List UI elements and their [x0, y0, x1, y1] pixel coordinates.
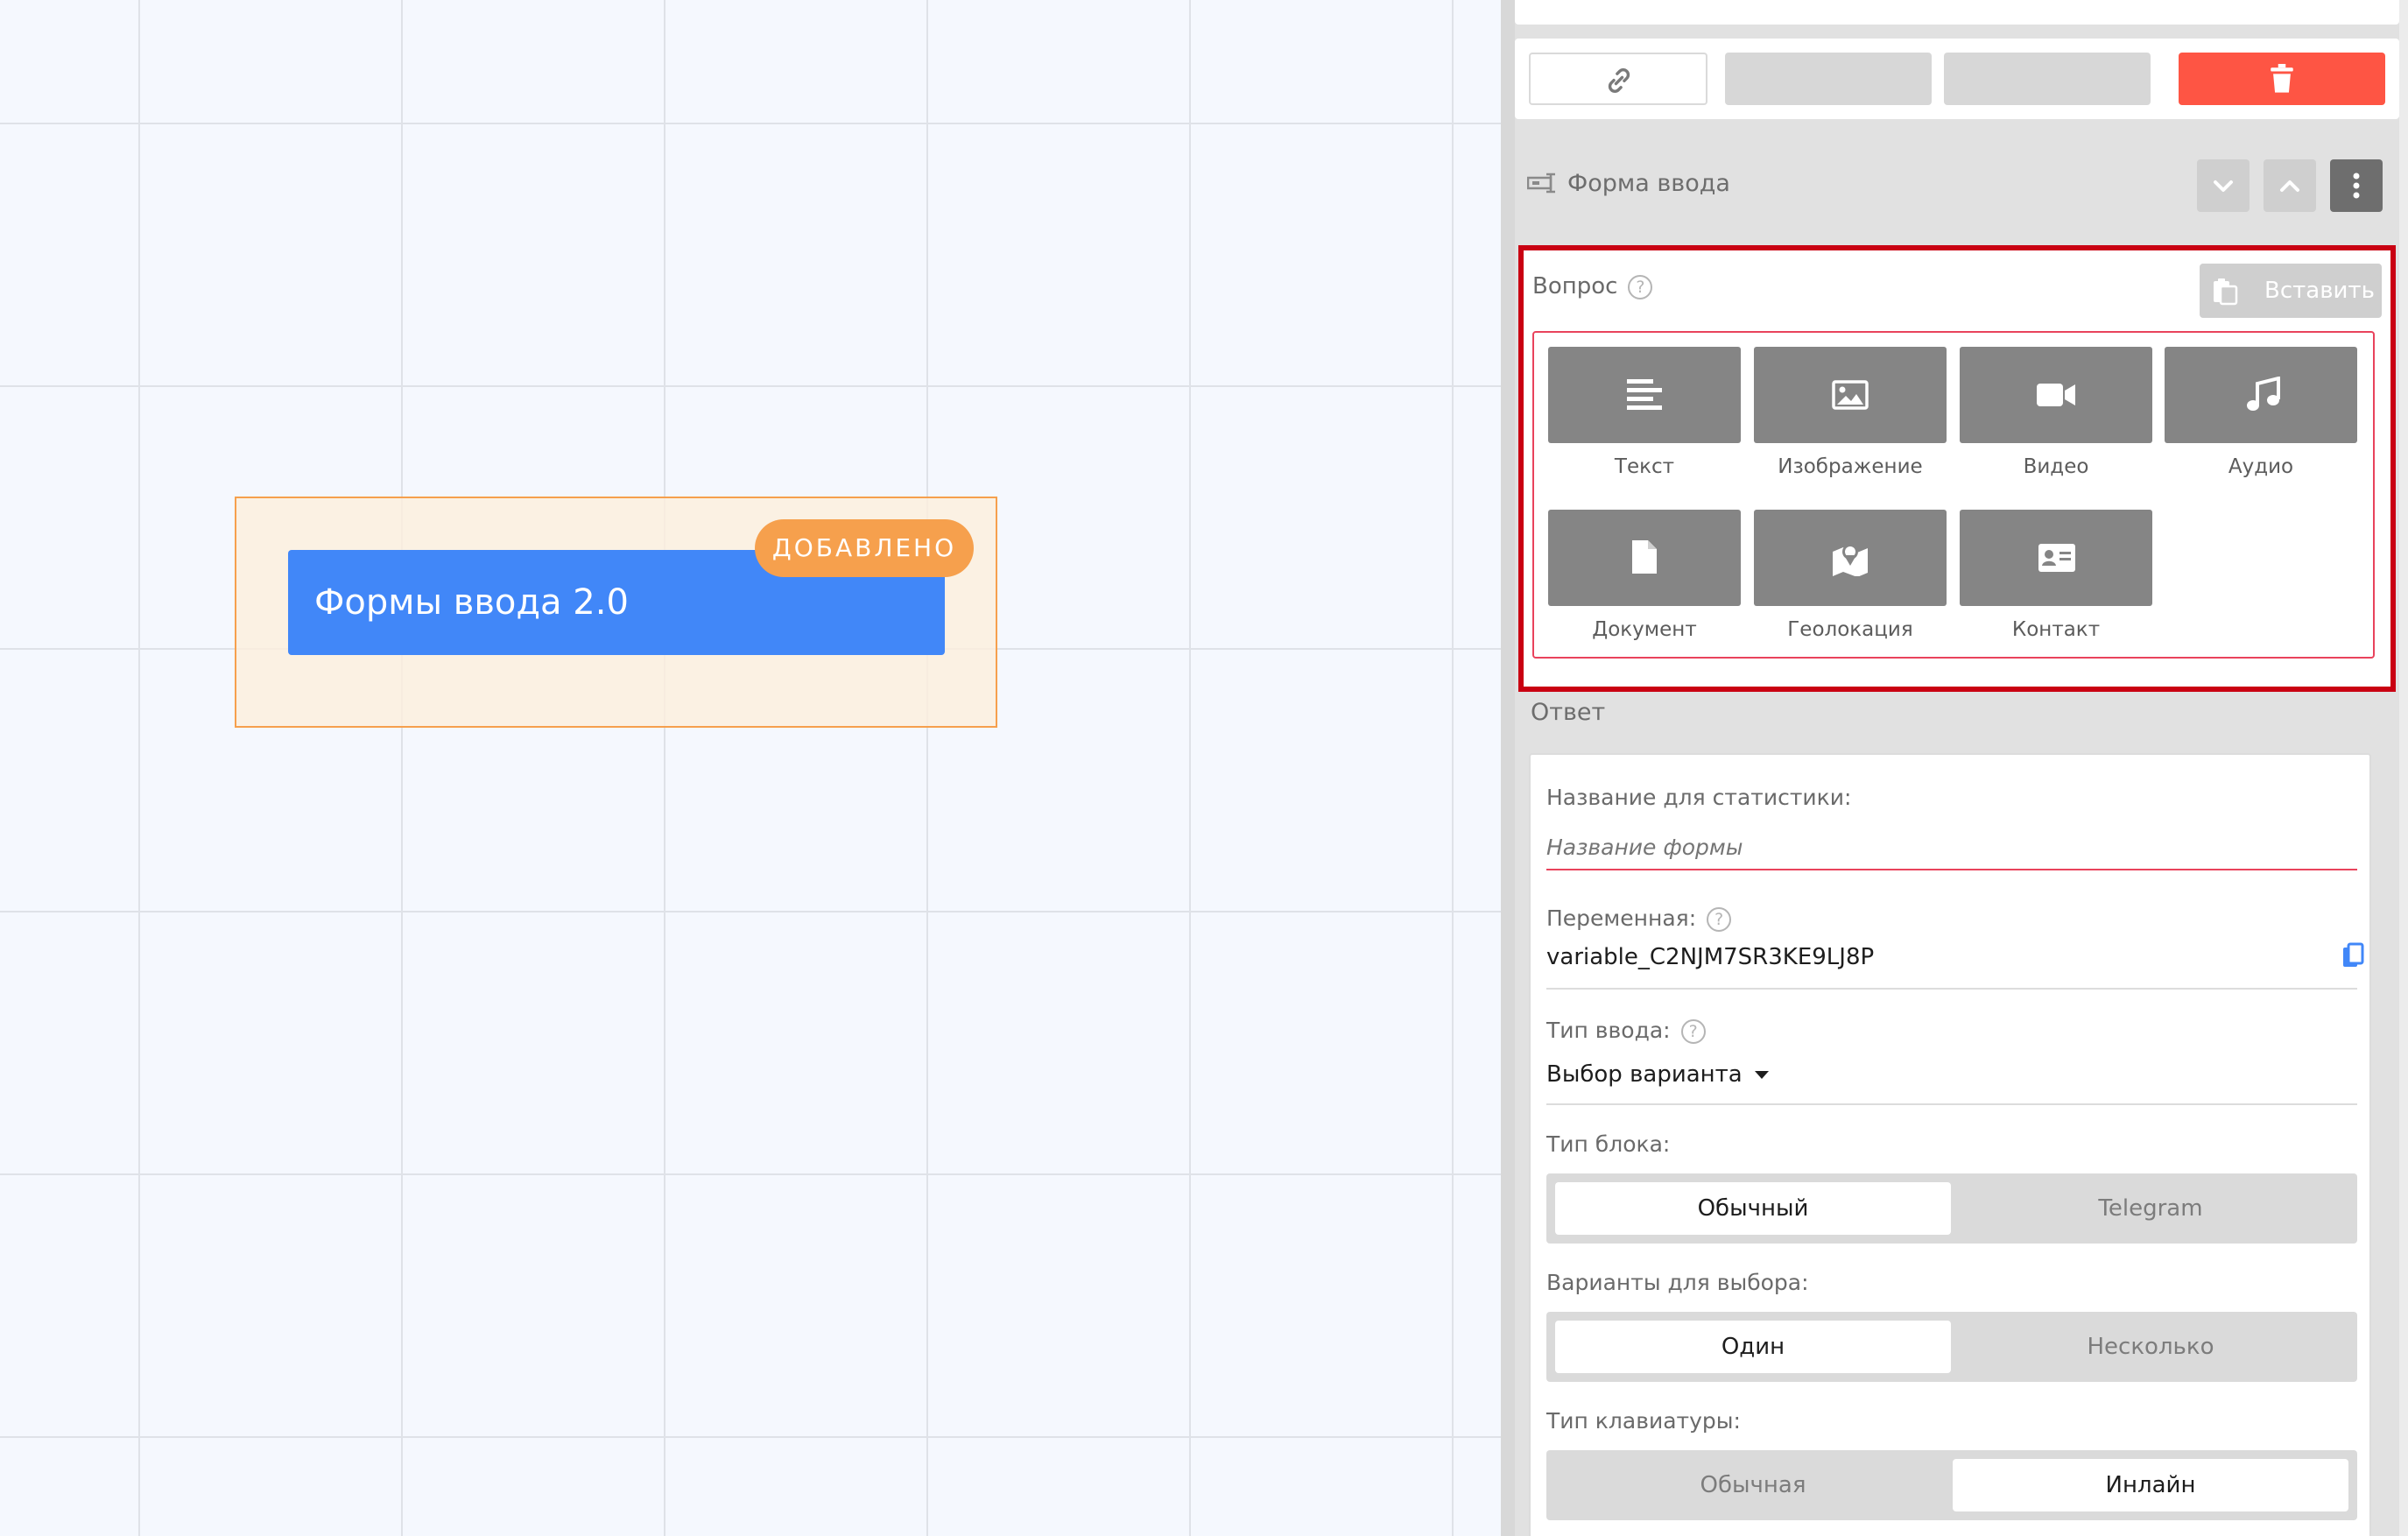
- media-tile-audio[interactable]: [2165, 347, 2357, 443]
- move-down-button[interactable]: [2197, 159, 2250, 212]
- paste-label: Вставить: [2264, 278, 2375, 304]
- action-button-2[interactable]: [1725, 53, 1932, 105]
- media-image-item[interactable]: Изображение: [1754, 347, 1947, 478]
- contact-card-icon: [2038, 544, 2075, 572]
- panel-scrollbar[interactable]: [2399, 0, 2408, 1536]
- media-tile-video[interactable]: [1960, 347, 2152, 443]
- input-type-label-row: Тип ввода:?: [1546, 1018, 1706, 1044]
- block-type-label: Тип блока:: [1546, 1131, 1671, 1157]
- media-text-item[interactable]: Текст: [1548, 347, 1741, 478]
- media-document-item[interactable]: Документ: [1548, 510, 1741, 641]
- media-tile-document[interactable]: [1548, 510, 1741, 606]
- keyboard-option-regular[interactable]: Обычная: [1555, 1459, 1951, 1511]
- media-tile-geolocation[interactable]: [1754, 510, 1947, 606]
- action-bar: [1515, 39, 2399, 119]
- variable-label-row: Переменная:?: [1546, 905, 1732, 932]
- block-type-toggle: Обычный Telegram: [1546, 1173, 2357, 1244]
- input-type-help-icon[interactable]: ?: [1680, 1019, 1706, 1044]
- more-options-button[interactable]: [2330, 159, 2383, 212]
- block-type-title: Форма ввода: [1567, 170, 1730, 197]
- input-type-value: Выбор варианта: [1546, 1061, 1743, 1088]
- question-help-icon[interactable]: ?: [1628, 274, 1653, 299]
- variable-value[interactable]: variable_C2NJM7SR3KE9LJ8P: [1546, 944, 1874, 970]
- media-type-grid: Текст Изображение Видео Аудио Документ Г…: [1532, 331, 2375, 659]
- input-form-icon: [1527, 173, 1555, 194]
- answer-label: Ответ: [1531, 699, 1606, 726]
- media-label-text: Текст: [1614, 455, 1675, 478]
- media-label-image: Изображение: [1778, 455, 1923, 478]
- video-camera-icon: [2037, 384, 2075, 406]
- caret-down-icon: [1755, 1070, 1770, 1079]
- block-type-option-regular[interactable]: Обычный: [1555, 1182, 1951, 1235]
- trash-icon: [2271, 64, 2293, 93]
- question-label-row: Вопрос?: [1532, 273, 1653, 299]
- media-audio-item[interactable]: Аудио: [2165, 347, 2357, 478]
- media-label-geolocation: Геолокация: [1787, 618, 1913, 641]
- more-vertical-icon: [2353, 173, 2360, 199]
- stat-name-input[interactable]: [1546, 825, 2357, 870]
- media-label-document: Документ: [1592, 618, 1697, 641]
- stat-name-label: Название для статистики:: [1546, 785, 1852, 810]
- added-badge: ДОБАВЛЕНО: [755, 519, 974, 577]
- flow-canvas[interactable]: Формы ввода 2.0 ДОБАВЛЕНО: [0, 0, 1501, 1536]
- media-tile-contact[interactable]: [1960, 510, 2152, 606]
- keyboard-toggle: Обычная Инлайн: [1546, 1450, 2357, 1520]
- variable-underline: [1546, 988, 2357, 990]
- input-type-select[interactable]: Выбор варианта: [1546, 1061, 1770, 1088]
- choice-option-multiple[interactable]: Несколько: [1953, 1321, 2348, 1373]
- media-label-contact: Контакт: [2011, 618, 2101, 641]
- move-up-button[interactable]: [2264, 159, 2316, 212]
- media-video-item[interactable]: Видео: [1960, 347, 2152, 478]
- copy-link-button[interactable]: [1529, 53, 1707, 105]
- chevron-up-icon: [2280, 180, 2299, 192]
- image-icon: [1832, 380, 1869, 410]
- media-tile-text[interactable]: [1548, 347, 1741, 443]
- delete-button[interactable]: [2179, 53, 2385, 105]
- answer-card: Название для статистики: Переменная:? va…: [1529, 753, 2371, 1536]
- document-icon: [1632, 540, 1657, 574]
- media-label-video: Видео: [2023, 455, 2089, 478]
- top-card-edge: [1515, 0, 2399, 25]
- variable-label: Переменная:: [1546, 905, 1697, 931]
- node-title: Формы ввода 2.0: [314, 582, 629, 623]
- properties-panel: Форма ввода Вопрос? Вставить Текст Изобр…: [1501, 0, 2408, 1536]
- clipboard-icon: [2214, 278, 2238, 306]
- action-button-3[interactable]: [1944, 53, 2151, 105]
- paste-button[interactable]: Вставить: [2200, 264, 2382, 318]
- variable-help-icon[interactable]: ?: [1707, 907, 1732, 932]
- media-tile-image[interactable]: [1754, 347, 1947, 443]
- copy-icon[interactable]: [2341, 942, 2366, 970]
- input-type-underline: [1546, 1103, 2357, 1105]
- media-label-audio: Аудио: [2228, 455, 2294, 478]
- choice-toggle: Один Несколько: [1546, 1312, 2357, 1382]
- keyboard-option-inline[interactable]: Инлайн: [1953, 1459, 2348, 1511]
- panel-divider: [1501, 0, 1515, 1536]
- text-align-icon: [1627, 379, 1662, 410]
- block-type-option-telegram[interactable]: Telegram: [1953, 1182, 2348, 1235]
- map-pin-icon: [1833, 544, 1868, 576]
- music-note-icon: [2247, 377, 2280, 411]
- link-icon: [1608, 68, 1630, 93]
- media-contact-item[interactable]: Контакт: [1960, 510, 2152, 641]
- chevron-down-icon: [2214, 180, 2233, 192]
- choice-option-single[interactable]: Один: [1555, 1321, 1951, 1373]
- question-label: Вопрос: [1532, 273, 1618, 299]
- choice-label: Варианты для выбора:: [1546, 1270, 1809, 1295]
- question-section: Вопрос? Вставить Текст Изображение Видео…: [1518, 245, 2396, 692]
- input-type-label: Тип ввода:: [1546, 1018, 1671, 1043]
- keyboard-label: Тип клавиатуры:: [1546, 1408, 1741, 1434]
- media-geolocation-item[interactable]: Геолокация: [1754, 510, 1947, 641]
